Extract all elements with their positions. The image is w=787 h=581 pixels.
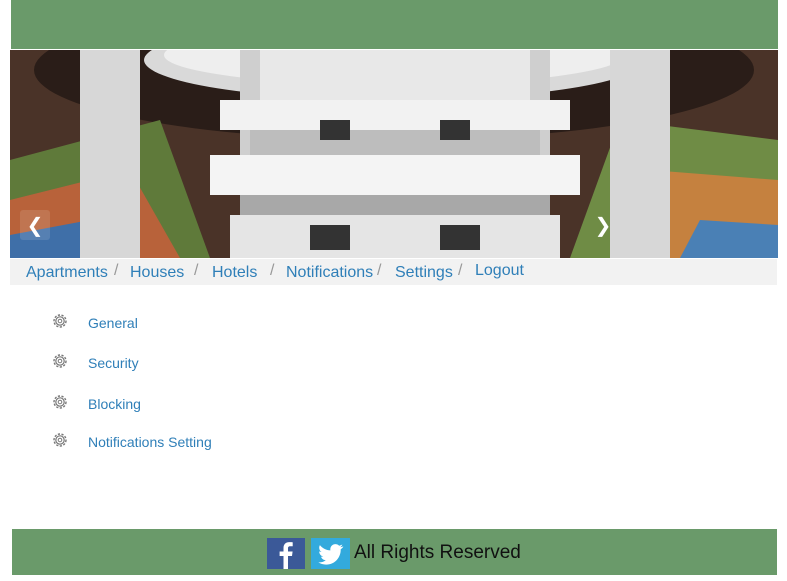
facebook-icon[interactable] <box>267 538 305 569</box>
hero-slider-image <box>10 50 778 258</box>
settings-item-notifications-setting[interactable]: Notifications Setting <box>50 430 310 454</box>
nav-link-hotels[interactable]: Hotels <box>212 264 257 282</box>
footer-bar: All Rights Reserved <box>12 529 777 575</box>
gear-icon <box>53 433 67 447</box>
nav-link-logout[interactable]: Logout <box>475 262 524 280</box>
nav-separator: / <box>194 262 199 279</box>
settings-item-label[interactable]: Security <box>88 355 139 371</box>
nav-link-apartments[interactable]: Apartments <box>26 264 108 282</box>
footer-copyright-text: All Rights Reserved <box>354 542 521 563</box>
gear-icon <box>53 354 67 368</box>
slider-prev-button[interactable]: ❮ <box>20 210 50 240</box>
settings-item-label[interactable]: Blocking <box>88 396 141 412</box>
main-nav-bar: Apartments / Houses / Hotels / Notificat… <box>10 259 777 285</box>
nav-separator: / <box>377 262 382 279</box>
settings-item-label[interactable]: Notifications Setting <box>88 434 212 450</box>
settings-item-blocking[interactable]: Blocking <box>50 392 310 416</box>
settings-item-general[interactable]: General <box>50 311 310 335</box>
nav-link-settings[interactable]: Settings <box>395 264 453 282</box>
nav-separator: / <box>458 262 463 279</box>
nav-separator: / <box>270 262 275 279</box>
slider-next-button[interactable]: ❯ <box>588 210 618 240</box>
top-header-bar <box>11 0 778 49</box>
nav-link-houses[interactable]: Houses <box>130 264 184 282</box>
settings-item-security[interactable]: Security <box>50 351 310 375</box>
nav-link-notifications[interactable]: Notifications <box>286 264 373 282</box>
settings-item-label[interactable]: General <box>88 315 138 331</box>
twitter-icon[interactable] <box>311 538 350 569</box>
nav-separator: / <box>114 262 119 279</box>
gear-icon <box>53 395 67 409</box>
gear-icon <box>53 314 67 328</box>
